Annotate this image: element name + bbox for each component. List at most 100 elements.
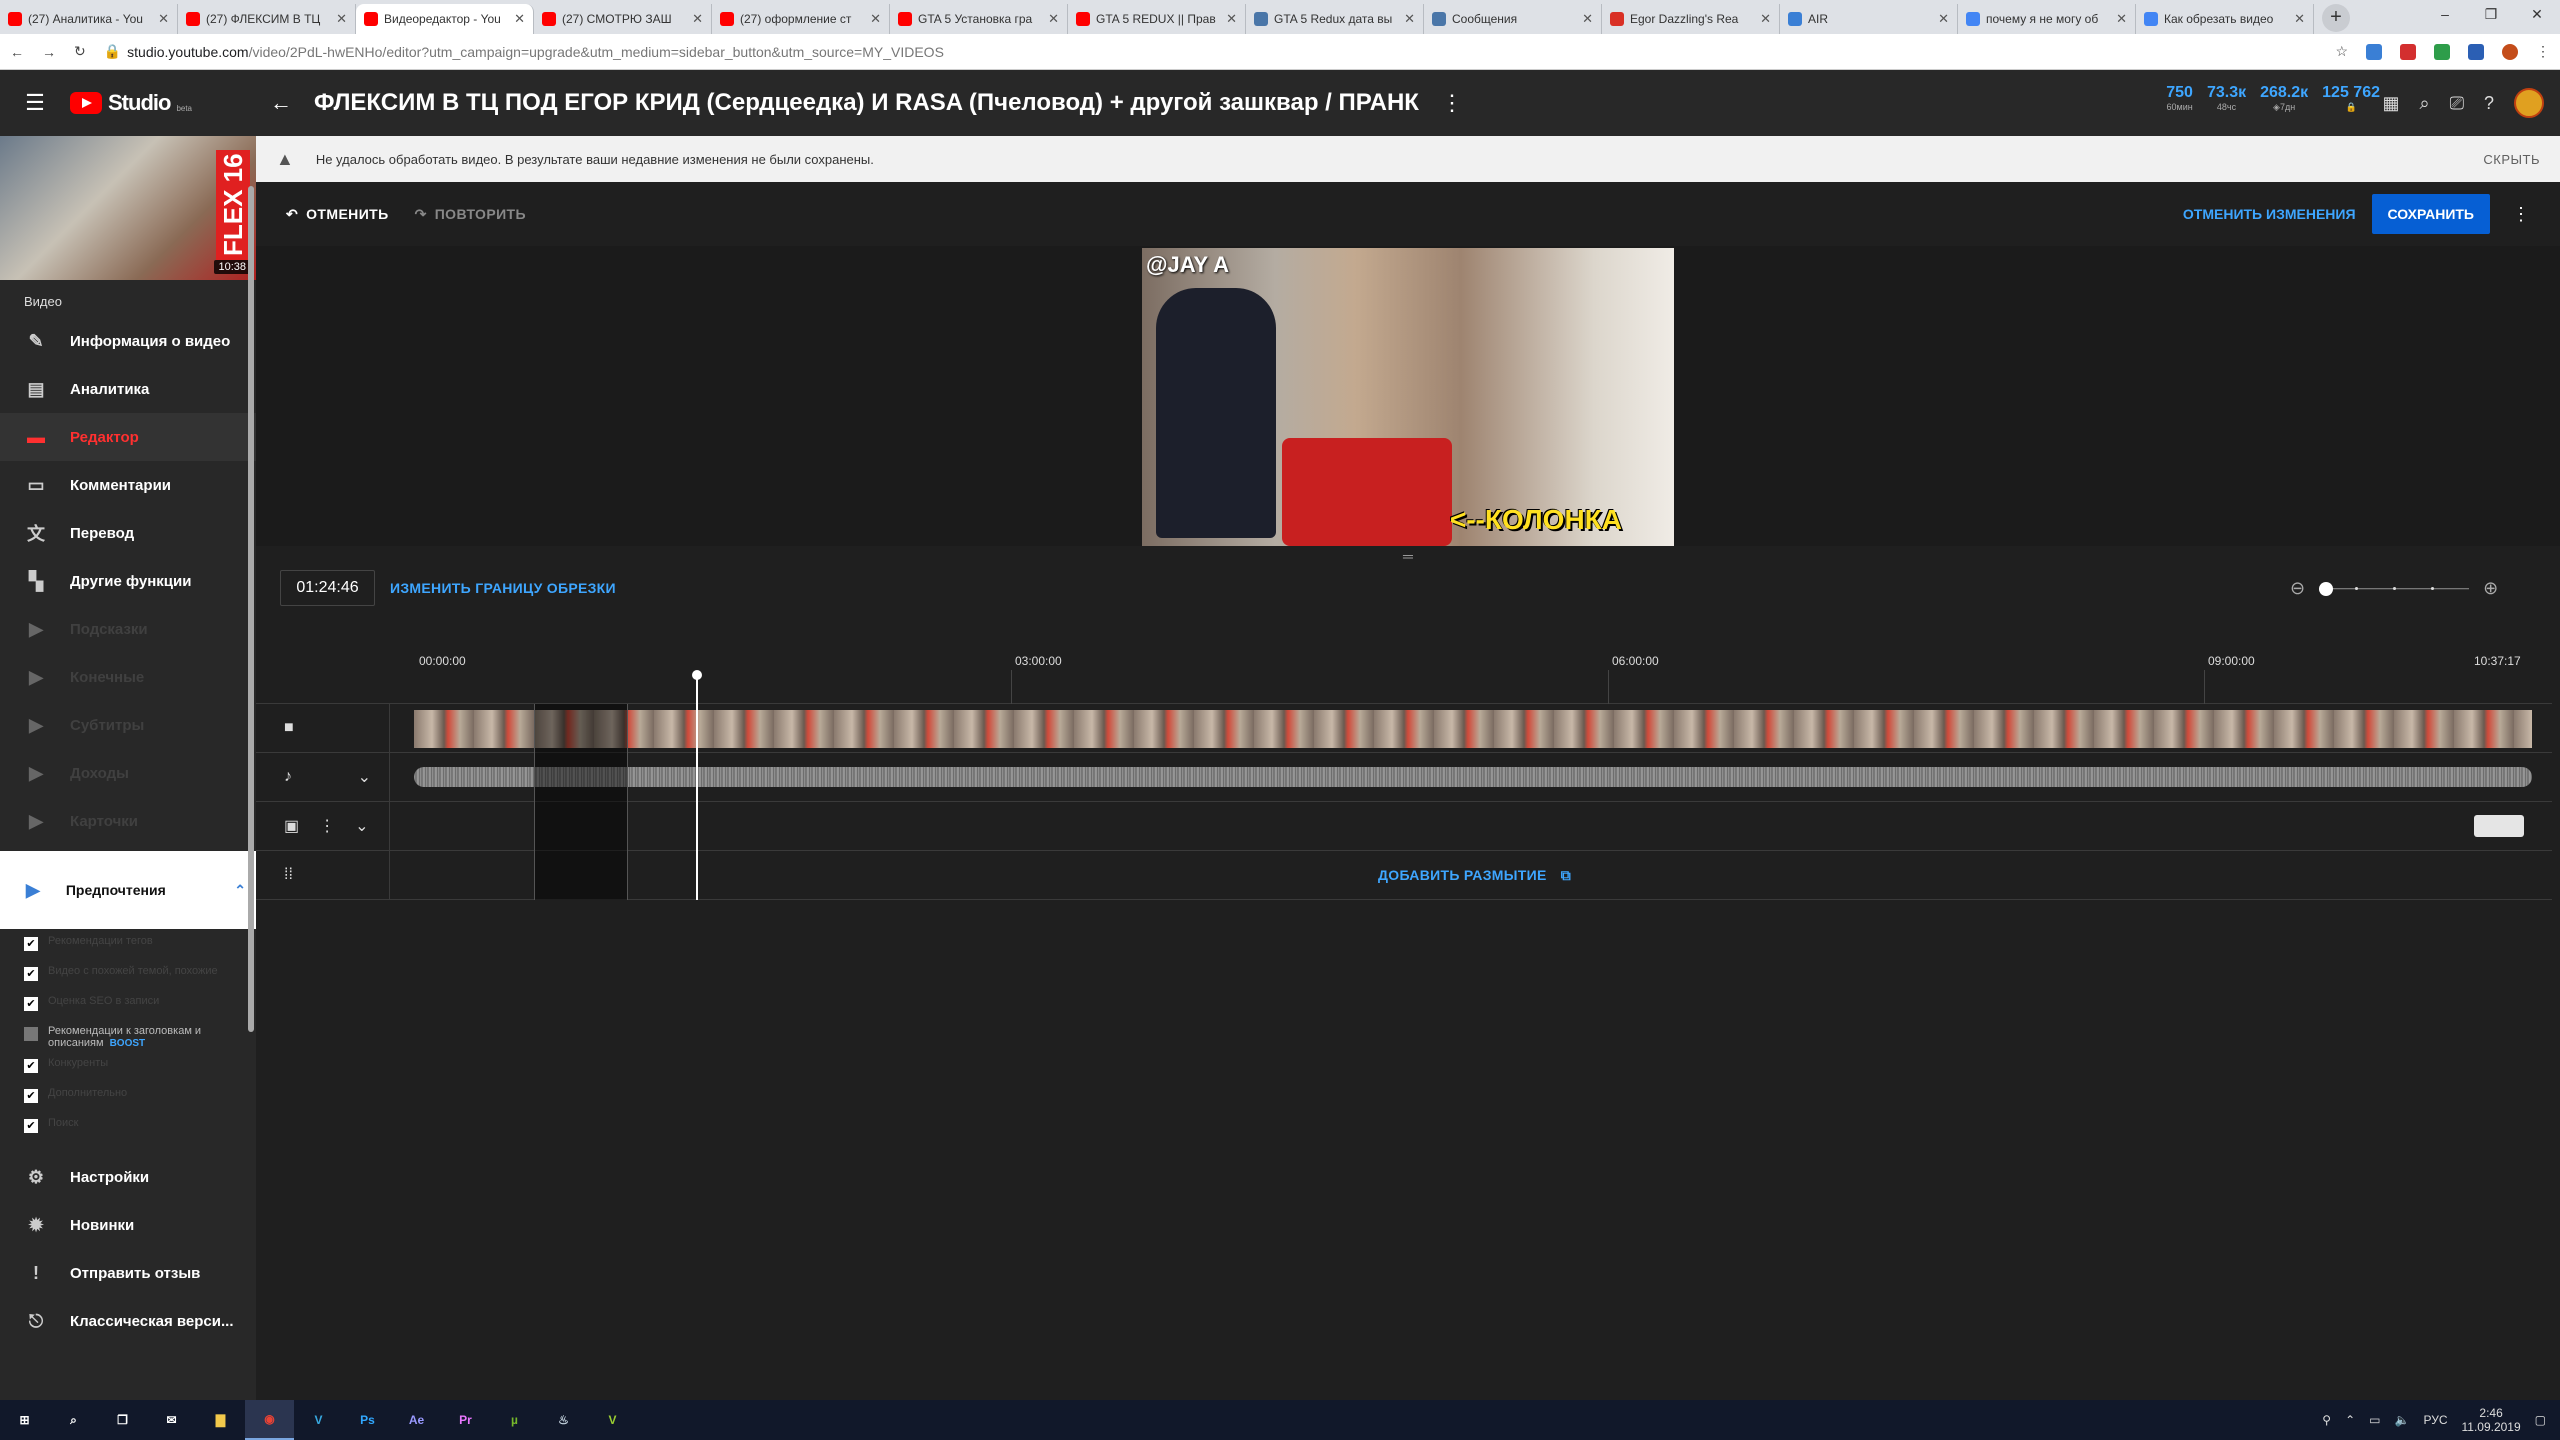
extension-red-icon[interactable] bbox=[2400, 43, 2416, 60]
browser-tab[interactable]: GTA 5 Redux дата вы ✕ bbox=[1246, 4, 1424, 34]
tray-chevron-icon[interactable]: ⌃ bbox=[2345, 1413, 2355, 1427]
taskbar-app-button[interactable]: Ae bbox=[392, 1400, 441, 1440]
minimize-icon[interactable]: – bbox=[2422, 0, 2468, 30]
tab-close-icon[interactable]: ✕ bbox=[1938, 11, 1949, 27]
taskbar-app-button[interactable]: V bbox=[588, 1400, 637, 1440]
resize-handle[interactable]: ═ bbox=[256, 546, 2560, 566]
trimmed-region[interactable] bbox=[534, 704, 628, 900]
sidebar-item[interactable]: ✹ Новинки bbox=[0, 1201, 256, 1249]
timeline-ruler[interactable]: 00:00:00 03:00:00 06:00:00 09:00:00 10:3… bbox=[256, 640, 2552, 704]
browser-tab[interactable]: почему я не могу об ✕ bbox=[1958, 4, 2136, 34]
sidebar-item[interactable]: ▶ Подсказки bbox=[0, 605, 256, 653]
close-window-icon[interactable]: ✕ bbox=[2514, 0, 2560, 30]
network-icon[interactable]: ▭ bbox=[2369, 1413, 2380, 1427]
audio-waveform[interactable] bbox=[414, 767, 2532, 787]
title-more-icon[interactable]: ⋮ bbox=[1441, 90, 1463, 116]
sidebar-item[interactable]: ▬ Редактор bbox=[0, 413, 256, 461]
undo-button[interactable]: ↶ ОТМЕНИТЬ bbox=[286, 206, 389, 223]
language-indicator[interactable]: РУС bbox=[2423, 1413, 2447, 1427]
taskbar-app-button[interactable]: ▇ bbox=[196, 1400, 245, 1440]
checkbox-checked[interactable]: ✔ bbox=[24, 1119, 38, 1133]
taskbar-app-button[interactable]: µ bbox=[490, 1400, 539, 1440]
create-video-icon[interactable]: ⎚ bbox=[2450, 93, 2464, 114]
zoom-slider-knob[interactable] bbox=[2319, 581, 2334, 596]
sidebar-item[interactable]: 文 Перевод bbox=[0, 509, 256, 557]
clock[interactable]: 2:46 11.09.2019 bbox=[2461, 1406, 2520, 1434]
preference-checkbox-row[interactable]: ✔ Видео с похожей темой, похожие bbox=[0, 961, 256, 991]
checkbox-checked[interactable]: ✔ bbox=[24, 1089, 38, 1103]
channel-avatar[interactable] bbox=[2514, 88, 2544, 118]
checkbox-unchecked[interactable] bbox=[24, 1027, 38, 1041]
edit-trim-link[interactable]: ИЗМЕНИТЬ ГРАНИЦУ ОБРЕЗКИ bbox=[390, 580, 616, 596]
browser-tab[interactable]: AIR ✕ bbox=[1780, 4, 1958, 34]
browser-tab[interactable]: Сообщения ✕ bbox=[1424, 4, 1602, 34]
tab-close-icon[interactable]: ✕ bbox=[1404, 11, 1415, 27]
taskbar-app-button[interactable]: ◉ bbox=[245, 1400, 294, 1440]
tab-close-icon[interactable]: ✕ bbox=[1760, 11, 1771, 27]
preference-checkbox-row[interactable]: Рекомендации к заголовкам и описаниям BOO… bbox=[0, 1021, 256, 1053]
sidebar-item[interactable]: ▭ Комментарии bbox=[0, 461, 256, 509]
back-arrow-icon[interactable]: ← bbox=[256, 90, 306, 116]
tab-close-icon[interactable]: ✕ bbox=[336, 11, 347, 27]
current-time-field[interactable]: 01:24:46 bbox=[280, 570, 375, 606]
sidebar-item[interactable]: ▶ Доходы bbox=[0, 749, 256, 797]
tab-close-icon[interactable]: ✕ bbox=[870, 11, 881, 27]
checkbox-checked[interactable]: ✔ bbox=[24, 1059, 38, 1073]
sidebar-item[interactable]: ! Отправить отзыв bbox=[0, 1249, 256, 1297]
profile-avatar-icon[interactable] bbox=[2502, 43, 2518, 60]
channel-stat[interactable]: 268.2к ◈7дн bbox=[2260, 84, 2308, 113]
url-field[interactable]: 🔒 studio.youtube.com/video/2PdL-hwENHo/e… bbox=[104, 43, 2318, 60]
video-thumbnail[interactable]: FLEX 16 10:38 bbox=[0, 136, 256, 280]
browser-tab[interactable]: (27) оформление ст ✕ bbox=[712, 4, 890, 34]
checkbox-checked[interactable]: ✔ bbox=[24, 937, 38, 951]
tab-close-icon[interactable]: ✕ bbox=[692, 11, 703, 27]
add-blur-button[interactable]: ДОБАВИТЬ РАЗМЫТИЕ ⧉ bbox=[1378, 867, 1571, 884]
taskbar-app-button[interactable]: ✉ bbox=[147, 1400, 196, 1440]
taskbar-app-button[interactable]: V bbox=[294, 1400, 343, 1440]
video-thumbnail-strip[interactable] bbox=[414, 710, 2532, 748]
taskbar-app-button[interactable]: ♨ bbox=[539, 1400, 588, 1440]
end-screen-more-icon[interactable]: ⋮ bbox=[319, 816, 335, 836]
tab-close-icon[interactable]: ✕ bbox=[158, 11, 169, 27]
save-button[interactable]: СОХРАНИТЬ bbox=[2371, 194, 2490, 234]
browser-tab[interactable]: Видеоредактор - You ✕ bbox=[356, 4, 534, 34]
people-icon[interactable]: ⚲ bbox=[2322, 1413, 2331, 1427]
back-nav-icon[interactable]: ← bbox=[10, 44, 24, 60]
tab-close-icon[interactable]: ✕ bbox=[514, 11, 525, 27]
browser-tab[interactable]: (27) Аналитика - You ✕ bbox=[0, 4, 178, 34]
checkbox-checked[interactable]: ✔ bbox=[24, 997, 38, 1011]
preference-checkbox-row[interactable]: ✔ Дополнительно bbox=[0, 1083, 256, 1113]
end-screen-element[interactable] bbox=[2474, 815, 2524, 837]
sidebar-item[interactable]: ▶ Субтитры bbox=[0, 701, 256, 749]
channel-stat[interactable]: 750 60мин bbox=[2166, 84, 2193, 113]
hamburger-menu-icon[interactable]: ☰ bbox=[0, 90, 70, 116]
sidebar-item[interactable]: ▚ Другие функции bbox=[0, 557, 256, 605]
youtube-studio-logo[interactable]: Studio beta bbox=[70, 90, 256, 116]
video-frame[interactable]: @JAY A <--КОЛОНКА bbox=[1142, 248, 1674, 546]
end-screen-chevron-icon[interactable]: ⌄ bbox=[355, 816, 368, 836]
sidebar-item[interactable]: ✎ Информация о видео bbox=[0, 317, 256, 365]
browser-tab[interactable]: (27) ФЛЕКСИМ В ТЦ ✕ bbox=[178, 4, 356, 34]
taskbar-app-button[interactable]: Pr bbox=[441, 1400, 490, 1440]
checkbox-checked[interactable]: ✔ bbox=[24, 967, 38, 981]
bookmark-star-icon[interactable]: ☆ bbox=[2335, 43, 2348, 60]
browser-tab[interactable]: GTA 5 REDUX || Прав ✕ bbox=[1068, 4, 1246, 34]
help-icon[interactable]: ? bbox=[2484, 93, 2494, 114]
preferences-header[interactable]: ▶ Предпочтения ⌃ bbox=[0, 851, 256, 929]
extension-shield-icon[interactable] bbox=[2468, 43, 2484, 60]
sidebar-item[interactable]: ⎋ Классическая верси... bbox=[0, 1297, 256, 1345]
sidebar-item[interactable]: ⚙ Настройки bbox=[0, 1153, 256, 1201]
extension-iq-icon[interactable] bbox=[2366, 43, 2382, 60]
sidebar-item[interactable]: ▶ Карточки bbox=[0, 797, 256, 845]
taskbar-app-button[interactable]: Ps bbox=[343, 1400, 392, 1440]
restore-icon[interactable]: ❐ bbox=[2468, 0, 2514, 30]
discard-changes-button[interactable]: ОТМЕНИТЬ ИЗМЕНЕНИЯ bbox=[2183, 206, 2356, 222]
preference-checkbox-row[interactable]: ✔ Конкуренты bbox=[0, 1053, 256, 1083]
taskbar-app-button[interactable]: ❐ bbox=[98, 1400, 147, 1440]
tab-close-icon[interactable]: ✕ bbox=[2116, 11, 2127, 27]
sidebar-scrollbar[interactable] bbox=[248, 186, 254, 1032]
editor-more-icon[interactable]: ⋮ bbox=[2512, 204, 2530, 225]
search-icon[interactable]: ⌕ bbox=[2419, 93, 2429, 114]
tab-close-icon[interactable]: ✕ bbox=[1048, 11, 1059, 27]
zoom-slider[interactable] bbox=[2319, 581, 2470, 596]
